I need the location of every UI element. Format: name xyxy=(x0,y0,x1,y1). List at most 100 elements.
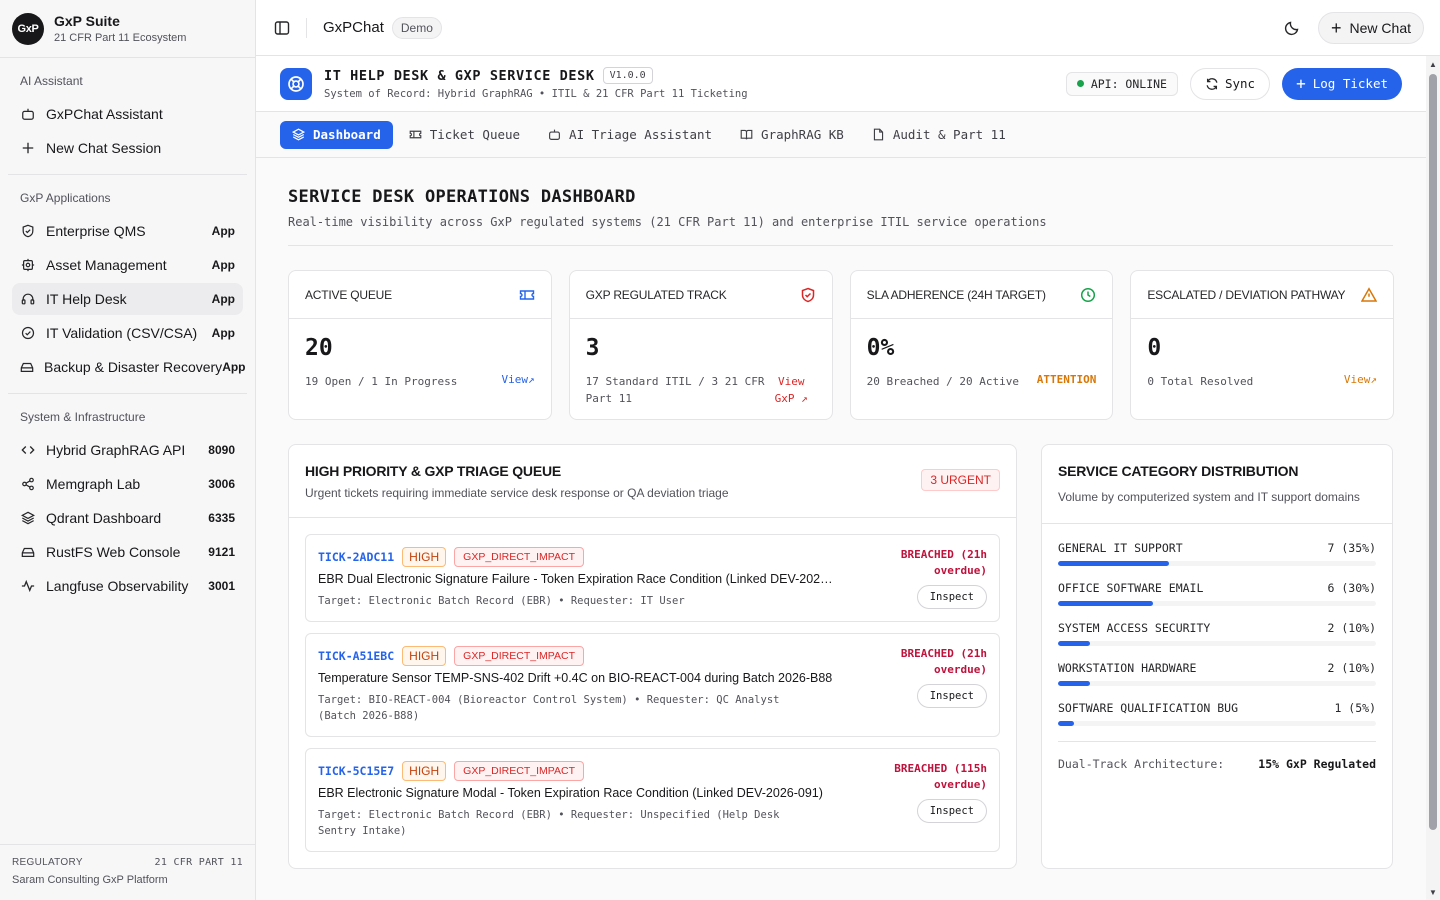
card-title: GXP REGULATED TRACK xyxy=(585,287,727,302)
sidebar-item-gxpchat-assistant[interactable]: GxPChat Assistant xyxy=(12,98,243,130)
nav-section-apps: GxP Applications Enterprise QMS App Asse… xyxy=(8,175,247,394)
tab-label: AI Triage Assistant xyxy=(569,127,713,142)
ticket-id-link[interactable]: TICK-A51EBC xyxy=(318,649,394,663)
api-status-badge: API: ONLINE xyxy=(1065,71,1178,96)
gear-icon xyxy=(20,257,36,273)
check-circle-icon xyxy=(20,325,36,341)
inspect-button[interactable]: Inspect xyxy=(916,585,987,609)
file-icon xyxy=(873,128,883,141)
sidebar-item-label: New Chat Session xyxy=(46,140,162,156)
urgent-badge: 3 URGENT xyxy=(921,469,1000,491)
card-title: ESCALATED / DEVIATION PATHWAY xyxy=(1147,287,1346,302)
impact-badge: GXP_DIRECT_IMPACT xyxy=(454,761,584,781)
tab-audit-part-11[interactable]: Audit & Part 11 xyxy=(860,121,1018,149)
ticket-meta: Target: Electronic Batch Record (EBR) • … xyxy=(318,595,685,607)
sidebar-item-label: Asset Management xyxy=(46,257,167,273)
summary-label: Dual-Track Architecture: xyxy=(1058,757,1225,771)
category-value: 7 (35%) xyxy=(1327,541,1376,555)
category-bar-track xyxy=(1058,721,1376,726)
brand[interactable]: GxP GxP Suite 21 CFR Part 11 Ecosystem xyxy=(0,0,255,58)
card-title: ACTIVE QUEUE xyxy=(305,287,392,302)
status-dot xyxy=(1076,80,1084,87)
category-bar-track xyxy=(1058,601,1376,606)
ticket-title: EBR Dual Electronic Signature Failure - … xyxy=(318,572,838,586)
sidebar-item-enterprise-qms[interactable]: Enterprise QMS App xyxy=(12,215,243,247)
theme-toggle-moon-icon[interactable] xyxy=(1282,18,1302,38)
version-badge: V1.0.0 xyxy=(602,67,653,84)
brand-title: GxP Suite xyxy=(54,13,120,29)
sidebar-item-it-help-desk[interactable]: IT Help Desk App xyxy=(12,283,243,315)
category-bar-fill xyxy=(1058,641,1090,646)
ticket-id-link[interactable]: TICK-2ADC11 xyxy=(318,550,394,564)
sidebar-item-label: IT Validation (CSV/CSA) xyxy=(46,325,198,341)
ticket-id-link[interactable]: TICK-5C15E7 xyxy=(318,764,394,778)
category-row: SYSTEM ACCESS SECURITY 2 (10%) xyxy=(1058,621,1376,646)
card-note: 20 Breached / 20 Active xyxy=(866,375,1019,388)
sidebar-toggle-icon[interactable] xyxy=(272,18,292,38)
module-title: IT HELP DESK & GXP SERVICE DESK xyxy=(324,67,595,84)
sidebar-item-backup-disaster-recovery[interactable]: Backup & Disaster Recovery App xyxy=(12,351,246,383)
view-link[interactable]: View↗ xyxy=(502,373,535,386)
app-title: GxPChat xyxy=(323,19,384,36)
card-note: 0 Total Resolved xyxy=(1147,375,1254,388)
sla-breach-status: BREACHED (21h overdue) xyxy=(900,647,987,676)
ticket-card[interactable]: TICK-5C15E7 HIGH GXP_DIRECT_IMPACT EBR E… xyxy=(305,748,1000,852)
shield-check-icon xyxy=(801,287,814,302)
tab-label: GraphRAG KB xyxy=(761,127,844,142)
architecture-summary: Dual-Track Architecture: 15% GxP Regulat… xyxy=(1058,741,1376,771)
ticket-card[interactable]: TICK-2ADC11 HIGH GXP_DIRECT_IMPACT EBR D… xyxy=(305,534,1000,622)
regulatory-value: 21 CFR PART 11 xyxy=(154,857,243,868)
card-note: 17 Standard ITIL / 3 21 CFR Part 11 xyxy=(585,375,765,405)
tab-ticket-queue[interactable]: Ticket Queue xyxy=(397,121,532,149)
sidebar-item-new-chat-session[interactable]: New Chat Session xyxy=(12,132,243,164)
category-bar-fill xyxy=(1058,721,1074,726)
card-value: 20 xyxy=(305,335,333,361)
hard-drive-icon xyxy=(20,544,36,560)
priority-badge: HIGH xyxy=(402,547,447,567)
log-ticket-button[interactable]: + Log Ticket xyxy=(1282,67,1402,100)
layers-icon xyxy=(20,510,36,526)
sidebar-item-label: GxPChat Assistant xyxy=(46,106,163,122)
sync-button[interactable]: Sync xyxy=(1189,67,1271,100)
tab-ai-triage-assistant[interactable]: AI Triage Assistant xyxy=(536,121,724,149)
view-link[interactable]: View↗ xyxy=(1344,373,1377,386)
port-tag: 9121 xyxy=(208,545,235,559)
sidebar: GxP GxP Suite 21 CFR Part 11 Ecosystem A… xyxy=(0,0,256,900)
view-gxp-link[interactable]: View GxP ↗ xyxy=(767,373,816,407)
inspect-button[interactable]: Inspect xyxy=(916,684,987,708)
tab-graphrag-kb[interactable]: GraphRAG KB xyxy=(728,121,856,149)
category-bar-track xyxy=(1058,681,1376,686)
scroll-down-arrow-icon[interactable]: ▼ xyxy=(1429,888,1437,897)
sidebar-item-asset-management[interactable]: Asset Management App xyxy=(12,249,243,281)
port-tag: 3001 xyxy=(208,579,235,593)
new-chat-label: New Chat xyxy=(1349,19,1411,36)
inspect-button[interactable]: Inspect xyxy=(916,799,987,823)
log-ticket-label: Log Ticket xyxy=(1312,76,1388,91)
ticket-title: EBR Electronic Signature Modal - Token E… xyxy=(318,786,823,800)
nav-section-infra: System & Infrastructure Hybrid GraphRAG … xyxy=(8,394,247,612)
category-bar-track xyxy=(1058,561,1376,566)
sidebar-item-label: Langfuse Observability xyxy=(46,578,189,594)
new-chat-button[interactable]: + New Chat xyxy=(1318,11,1424,44)
category-value: 6 (30%) xyxy=(1327,581,1376,595)
nav-section-ai: AI Assistant GxPChat Assistant New Chat … xyxy=(8,58,247,175)
plus-icon xyxy=(20,140,36,156)
hard-drive-icon xyxy=(20,359,34,375)
tab-label: Audit & Part 11 xyxy=(892,127,1006,142)
scrollbar-thumb[interactable] xyxy=(1429,74,1437,830)
scroll-up-arrow-icon[interactable]: ▲ xyxy=(1429,60,1437,69)
ticket-card[interactable]: TICK-A51EBC HIGH GXP_DIRECT_IMPACT Tempe… xyxy=(305,633,1000,737)
shield-check-icon xyxy=(20,223,36,239)
sidebar-item-hybrid-graphrag-api[interactable]: Hybrid GraphRAG API 8090 xyxy=(12,434,243,466)
sidebar-item-qdrant-dashboard[interactable]: Qdrant Dashboard 6335 xyxy=(12,502,243,534)
sidebar-item-langfuse-observability[interactable]: Langfuse Observability 3001 xyxy=(12,570,243,602)
vertical-scrollbar[interactable]: ▲ ▼ xyxy=(1426,56,1440,900)
sidebar-item-it-validation[interactable]: IT Validation (CSV/CSA) App xyxy=(12,317,243,349)
tab-dashboard[interactable]: Dashboard xyxy=(280,120,393,149)
sidebar-item-memgraph-lab[interactable]: Memgraph Lab 3006 xyxy=(12,468,243,500)
plus-icon: + xyxy=(1296,74,1306,93)
service-category-distribution-panel: SERVICE CATEGORY DISTRIBUTION Volume by … xyxy=(1041,444,1393,869)
module-tabs: Dashboard Ticket Queue AI Triage Assista… xyxy=(256,112,1426,158)
kpi-card-escalated-deviation: ESCALATED / DEVIATION PATHWAY 0 0 Total … xyxy=(1130,270,1395,420)
sidebar-item-rustfs-web-console[interactable]: RustFS Web Console 9121 xyxy=(12,536,243,568)
